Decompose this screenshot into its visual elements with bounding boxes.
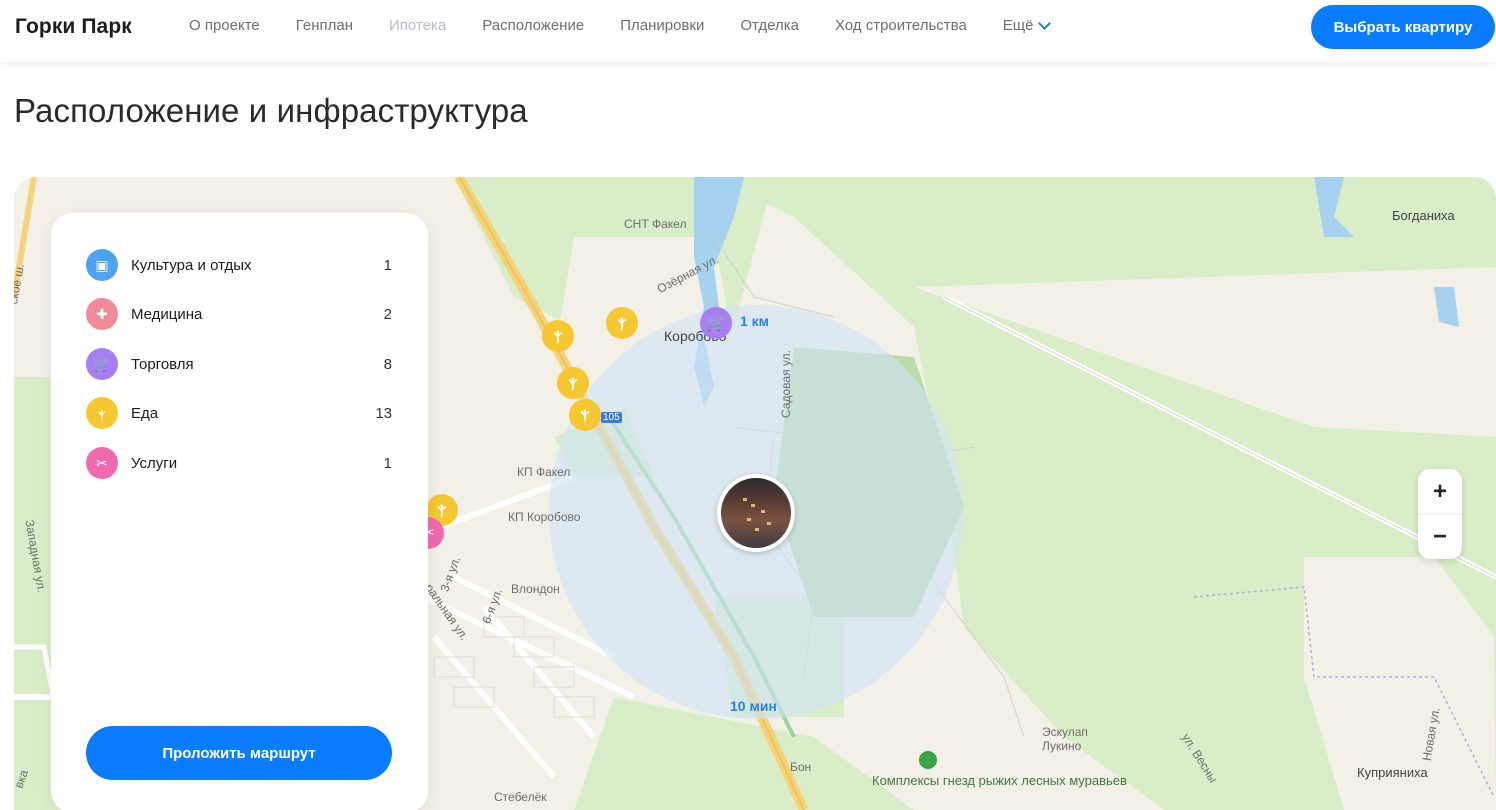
- map-label-lukino: Лукино: [1042, 739, 1082, 753]
- food-poi-icon[interactable]: ⲯ: [606, 307, 638, 339]
- nav-item-layouts[interactable]: Планировки: [620, 17, 704, 34]
- cart-icon: 🛒: [86, 348, 118, 380]
- main-nav: О проекте Генплан Ипотека Расположение П…: [189, 17, 1085, 34]
- category-culture[interactable]: ▣ Культура и отдых 1: [86, 248, 392, 282]
- category-food[interactable]: ⲯ Еда 13: [86, 396, 392, 430]
- food-poi-icon[interactable]: ⲯ: [557, 367, 589, 399]
- nav-item-finishing[interactable]: Отделка: [740, 17, 799, 34]
- medkit-icon: ✚: [86, 298, 118, 330]
- map-label-kp-korobovo: КП Коробово: [508, 510, 581, 524]
- zoom-out-button[interactable]: −: [1418, 514, 1462, 559]
- infrastructure-panel: ▣ Культура и отдых 1 ✚ Медицина 2 🛒 Торг…: [51, 213, 428, 810]
- map-label-bogdanikha: Богданиха: [1392, 208, 1455, 223]
- map-label-sadovaya: Садовая ул.: [778, 350, 793, 418]
- nav-item-mortgage[interactable]: Ипотека: [389, 17, 446, 34]
- category-label: Культура и отдых: [131, 256, 252, 274]
- nav-more-dropdown[interactable]: Ещё: [1002, 17, 1051, 34]
- category-label: Торговля: [131, 355, 194, 373]
- page-title: Расположение и инфраструктура: [14, 92, 528, 129]
- fork-knife-icon: ⲯ: [86, 397, 118, 429]
- chevron-down-icon: [1037, 17, 1051, 30]
- nav-more-label: Ещё: [1002, 17, 1034, 34]
- map-label-vlondon: Влондон: [511, 582, 560, 596]
- category-label: Услуги: [131, 454, 178, 472]
- zoom-in-button[interactable]: +: [1418, 469, 1462, 514]
- category-medicine[interactable]: ✚ Медицина 2: [86, 297, 392, 331]
- category-count: 1: [383, 256, 392, 274]
- food-poi-icon[interactable]: ⲯ: [542, 320, 574, 352]
- ticket-icon: ▣: [86, 249, 118, 281]
- site-logo[interactable]: Горки Парк: [15, 15, 132, 39]
- distance-label: 1 км: [740, 313, 770, 329]
- scissors-icon: ✂: [86, 447, 118, 479]
- map-label-kp-fakel: КП Факел: [517, 465, 571, 479]
- map-label-eskulap: Эскулап: [1042, 725, 1088, 739]
- road-number-badge: 105: [601, 412, 622, 423]
- build-route-button[interactable]: Проложить маршрут: [86, 726, 392, 780]
- category-count: 2: [383, 305, 392, 323]
- category-label: Еда: [131, 404, 159, 422]
- time-label: 10 мин: [730, 698, 777, 714]
- building-photo: [721, 478, 791, 548]
- cart-poi-icon[interactable]: 🛒: [700, 307, 732, 339]
- map-label-stebelek: Стебелёк: [494, 790, 547, 804]
- map-label-ant-nests: Комплексы гнезд рыжих лесных муравьев: [872, 773, 1127, 788]
- zoom-control: + −: [1418, 469, 1462, 559]
- category-shopping[interactable]: 🛒 Торговля 8: [86, 347, 392, 381]
- nav-item-about[interactable]: О проекте: [189, 17, 260, 34]
- category-count: 13: [375, 404, 392, 422]
- nav-item-masterplan[interactable]: Генплан: [296, 17, 353, 34]
- nav-item-location[interactable]: Расположение: [482, 17, 584, 34]
- category-count: 1: [383, 454, 392, 472]
- map-label-snt-fakel: СНТ Факел: [624, 217, 687, 231]
- category-services[interactable]: ✂ Услуги 1: [86, 446, 392, 480]
- nav-item-construction[interactable]: Ход строительства: [835, 17, 967, 34]
- category-count: 8: [383, 355, 392, 373]
- food-poi-icon[interactable]: ⲯ: [569, 399, 601, 431]
- site-header: Горки Парк О проекте Генплан Ипотека Рас…: [0, 0, 1496, 62]
- tree-icon[interactable]: [919, 751, 937, 769]
- choose-apartment-button[interactable]: Выбрать квартиру: [1311, 5, 1495, 49]
- category-label: Медицина: [131, 305, 203, 323]
- map-label-bon: Бон: [790, 760, 812, 774]
- project-building-marker[interactable]: [717, 474, 795, 552]
- map-label-kupriyanikha: Куприяниха: [1357, 765, 1428, 780]
